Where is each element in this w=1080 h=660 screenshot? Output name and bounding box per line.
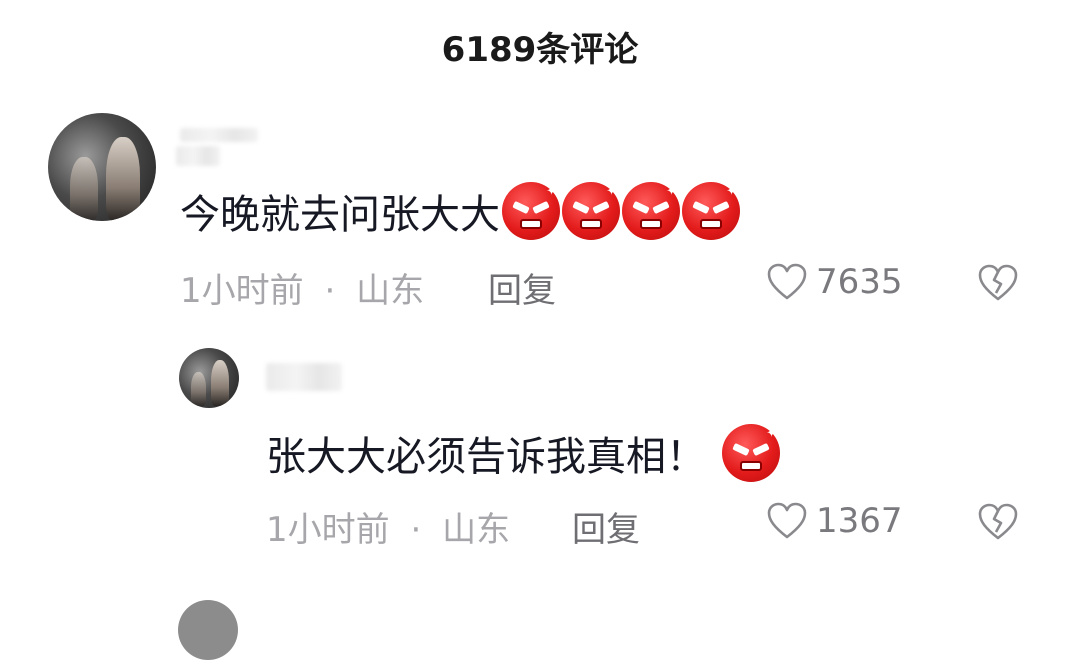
broken-heart-icon[interactable] [977, 502, 1019, 542]
comment-time: 1小时前 [180, 271, 304, 311]
comment-body: 张大大必须告诉我真相！ [266, 434, 706, 480]
comment-location: 山东 [442, 510, 511, 550]
angry-face-icon: ✦ [682, 182, 740, 240]
like-count: 7635 [816, 262, 903, 302]
comment-text: 今晚就去问张大大 ✦ ✦ ✦ ✦ [180, 182, 740, 240]
meta-separator: · [324, 271, 336, 311]
username-blurred[interactable] [180, 128, 258, 142]
username-blurred[interactable] [176, 146, 220, 166]
reply-button[interactable]: 回复 [572, 502, 640, 551]
heart-icon [767, 263, 807, 300]
page-title: 6189条评论 [441, 30, 639, 70]
angry-face-icon: ✦ [562, 182, 620, 240]
meta-separator: · [410, 510, 422, 550]
comment-body: 今晚就去问张大大 [180, 192, 500, 238]
angry-face-icon: ✦ [622, 182, 680, 240]
comment-time: 1小时前 [266, 510, 390, 550]
broken-heart-icon[interactable] [977, 263, 1019, 303]
like-count: 1367 [816, 501, 903, 541]
angry-face-icon: ✦ [722, 424, 780, 482]
angry-face-icon: ✦ [502, 182, 560, 240]
comment-meta: 1小时前 · 山东 [180, 263, 424, 312]
avatar[interactable] [179, 348, 239, 408]
reply-button[interactable]: 回复 [488, 263, 556, 312]
avatar[interactable] [48, 113, 156, 221]
like-button[interactable]: 1367 [766, 501, 903, 541]
comment-meta: 1小时前 · 山东 [266, 502, 510, 551]
avatar[interactable] [178, 600, 238, 660]
heart-icon [767, 502, 807, 539]
comment-text: 张大大必须告诉我真相！ ✦ [266, 424, 780, 482]
comment-location: 山东 [356, 271, 425, 311]
like-button[interactable]: 7635 [766, 262, 903, 302]
username-blurred[interactable] [266, 363, 342, 391]
